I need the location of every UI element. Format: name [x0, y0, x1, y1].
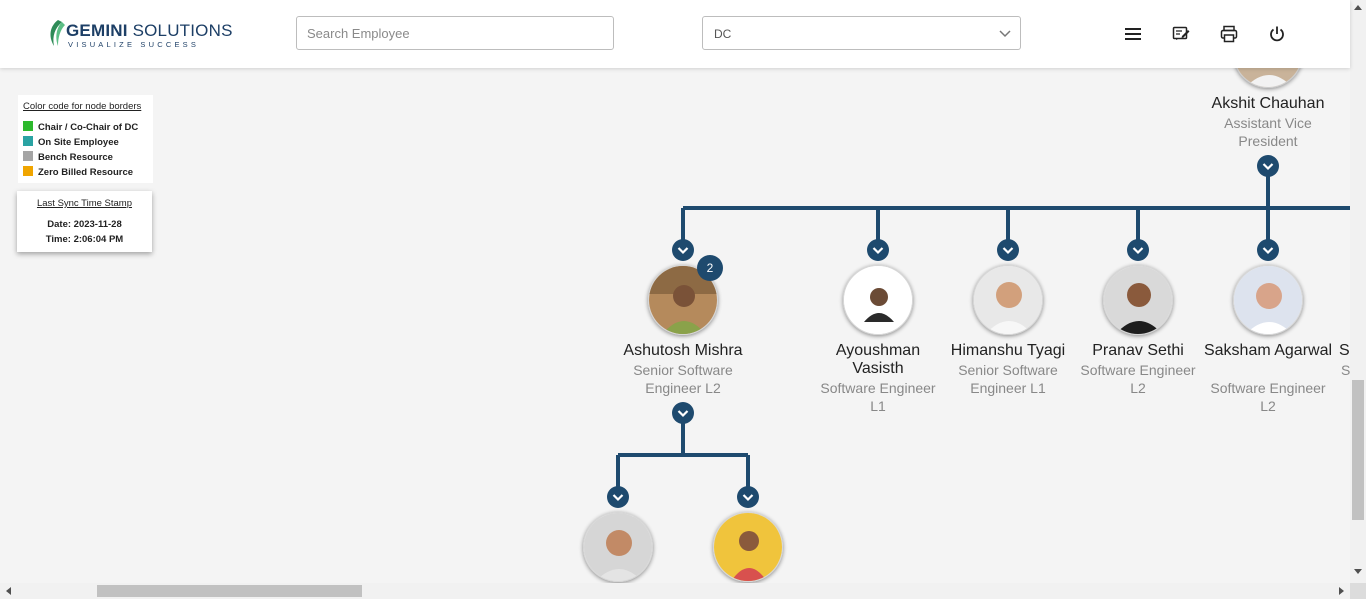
- avatar-ayoushman-vasisth[interactable]: [843, 265, 913, 335]
- expand-toggle-icon[interactable]: [1257, 239, 1279, 261]
- node-name-ayoushman-vasisth: Ayoushman Vasisth: [835, 342, 921, 377]
- scroll-left-arrow-icon[interactable]: [5, 587, 11, 595]
- scroll-down-arrow-icon[interactable]: [1354, 569, 1362, 575]
- avatar-saksham-agarwal[interactable]: [1233, 265, 1303, 335]
- collapse-toggle-icon[interactable]: [672, 402, 694, 424]
- logo-tagline: VISUALIZE SUCCESS: [68, 40, 200, 49]
- avatar-report-2[interactable]: [713, 512, 783, 582]
- scroll-right-arrow-icon[interactable]: [1339, 587, 1345, 595]
- leaf-logo-icon: [50, 20, 65, 46]
- horizontal-scroll-thumb[interactable]: [97, 585, 362, 597]
- avatar-himanshu-tyagi[interactable]: [973, 265, 1043, 335]
- expand-toggle-icon[interactable]: [607, 486, 629, 508]
- node-role-akshit-chauhan: Assistant Vice President: [1224, 115, 1312, 149]
- node-name-partial: S: [1339, 342, 1350, 359]
- gemini-logo[interactable]: GEMINI SOLUTIONS VISUALIZE SUCCESS: [46, 16, 232, 52]
- vertical-scroll-thumb[interactable]: [1352, 380, 1364, 520]
- feedback-icon[interactable]: [1171, 24, 1191, 44]
- printer-icon[interactable]: [1219, 24, 1239, 44]
- top-header: GEMINI SOLUTIONS VISUALIZE SUCCESS DC: [0, 0, 1350, 68]
- expand-toggle-icon[interactable]: [672, 239, 694, 261]
- scroll-up-arrow-icon[interactable]: [1354, 4, 1362, 10]
- avatar-pranav-sethi[interactable]: [1103, 265, 1173, 335]
- node-role-partial: S: [1341, 362, 1350, 378]
- node-name-akshit-chauhan: Akshit Chauhan: [1211, 95, 1325, 112]
- node-name-ashutosh-mishra: Ashutosh Mishra: [623, 342, 743, 359]
- power-icon[interactable]: [1267, 24, 1287, 44]
- department-select[interactable]: DC: [702, 16, 1021, 50]
- menu-icon[interactable]: [1123, 24, 1143, 44]
- expand-toggle-icon[interactable]: [737, 486, 759, 508]
- node-name-pranav-sethi: Pranav Sethi: [1092, 342, 1184, 359]
- department-selected-value: DC: [714, 27, 732, 41]
- node-role-ashutosh-mishra: Senior Software Engineer L2: [633, 362, 733, 396]
- reports-count-badge: 2: [697, 255, 723, 281]
- expand-toggle-icon[interactable]: [1127, 239, 1149, 261]
- avatar-report-1[interactable]: [583, 512, 653, 582]
- node-role-himanshu-tyagi: Senior Software Engineer L1: [958, 362, 1058, 396]
- node-name-himanshu-tyagi: Himanshu Tyagi: [950, 342, 1066, 359]
- node-name-saksham-agarwal: Saksham Agarwal: [1203, 342, 1333, 359]
- node-role-ayoushman-vasisth: Software Engineer L1: [820, 380, 936, 414]
- expand-toggle-icon[interactable]: [997, 239, 1019, 261]
- chevron-down-icon: [999, 30, 1011, 38]
- collapse-toggle-icon[interactable]: [1257, 155, 1279, 177]
- node-role-saksham-agarwal: Software Engineer L2: [1210, 380, 1326, 414]
- node-role-pranav-sethi: Software Engineer L2: [1080, 362, 1196, 396]
- logo-title: GEMINI SOLUTIONS: [66, 21, 233, 40]
- search-employee-input[interactable]: [296, 16, 614, 50]
- expand-toggle-icon[interactable]: [867, 239, 889, 261]
- scrollbar-corner: [1350, 583, 1366, 599]
